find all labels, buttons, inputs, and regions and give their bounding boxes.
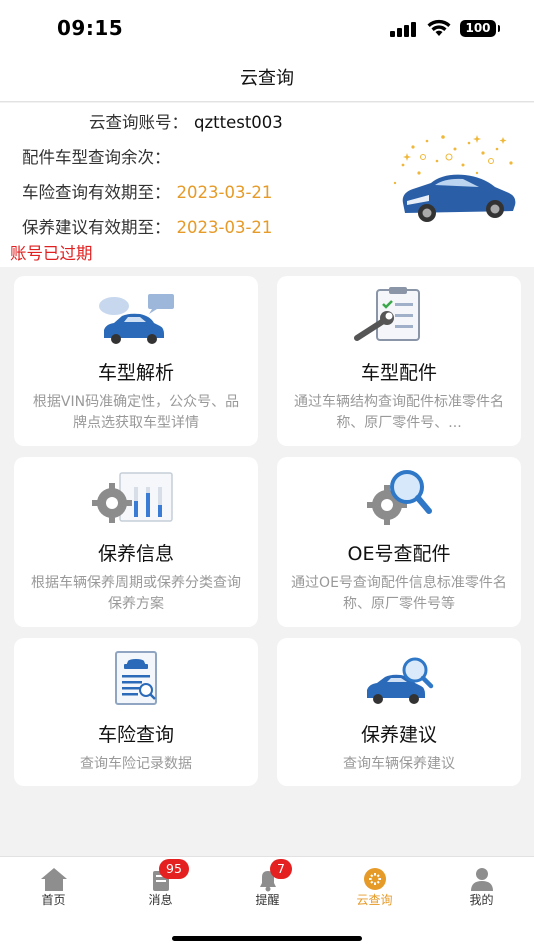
gear-chart-icon xyxy=(92,472,173,523)
messages-badge: 95 xyxy=(159,859,189,879)
reminders-badge: 7 xyxy=(270,859,292,879)
car-magnifier-icon xyxy=(367,657,434,704)
navigation-bar: 云查询 xyxy=(0,56,534,102)
card-description: 根据车辆保养周期或保养分类查询保养方案 xyxy=(31,575,241,612)
card-maintenance-advice[interactable]: 保养建议 查询车辆保养建议 xyxy=(277,638,521,786)
car-chat-icon xyxy=(99,294,174,344)
card-title: 保养信息 xyxy=(97,543,174,565)
insurance-document-icon xyxy=(115,651,157,705)
card-title: 车型配件 xyxy=(360,362,437,384)
insurance-expiry-value: 2023-03-21 xyxy=(176,183,273,202)
remaining-queries-label: 配件车型查询余次： xyxy=(22,148,171,167)
tab-label: 首页 xyxy=(41,893,66,907)
account-label: 云查询账号： xyxy=(89,113,188,132)
status-time: 09:15 xyxy=(57,16,124,40)
tab-messages[interactable]: 95 消息 xyxy=(107,857,214,917)
insurance-expiry-label: 车险查询有效期至： xyxy=(22,183,171,202)
battery-indicator: 100 xyxy=(460,20,500,37)
home-icon xyxy=(41,868,67,891)
cellular-signal-icon xyxy=(390,21,418,37)
card-oe-number-parts[interactable]: OE号查配件 通过OE号查询配件信息标准零件名称、原厂零件号等 xyxy=(277,457,521,627)
expired-notice: 账号已过期 xyxy=(10,244,93,263)
maintenance-expiry-value: 2023-03-21 xyxy=(176,218,273,237)
tab-label: 我的 xyxy=(469,893,494,907)
card-title: OE号查配件 xyxy=(347,543,451,565)
page-title: 云查询 xyxy=(240,68,294,89)
sparkling-car-illustration xyxy=(393,135,516,222)
card-description: 查询车险记录数据 xyxy=(80,756,192,772)
wrench-checklist-icon xyxy=(354,287,420,341)
card-title: 保养建议 xyxy=(360,724,437,746)
card-description: 通过车辆结构查询配件标准零件名称、原厂零件号、... xyxy=(294,394,504,431)
account-value: qzttest003 xyxy=(194,113,283,132)
card-description: 通过OE号查询配件信息标准零件名称、原厂零件号等 xyxy=(291,575,507,612)
cloud-query-icon xyxy=(364,868,386,890)
tab-label: 提醒 xyxy=(255,893,280,907)
home-indicator xyxy=(172,936,362,941)
user-icon xyxy=(471,868,493,891)
tab-cloud-query[interactable]: 云查询 xyxy=(321,857,428,917)
card-title: 车险查询 xyxy=(97,724,174,746)
card-maintenance-info[interactable]: 保养信息 根据车辆保养周期或保养分类查询保养方案 xyxy=(14,457,258,627)
card-description: 根据VIN码准确定性，公众号、品牌点选获取车型详情 xyxy=(32,394,240,431)
tab-reminders[interactable]: 7 提醒 xyxy=(214,857,321,917)
insurance-expiry-row: 车险查询有效期至： 2023-03-21 xyxy=(22,179,272,203)
tab-label: 消息 xyxy=(148,893,173,907)
card-vehicle-model-analysis[interactable]: 车型解析 根据VIN码准确定性，公众号、品牌点选获取车型详情 xyxy=(14,276,258,446)
gear-magnifier-icon xyxy=(367,470,432,525)
card-description: 查询车辆保养建议 xyxy=(343,756,455,772)
tab-home[interactable]: 首页 xyxy=(0,857,107,917)
tab-profile[interactable]: 我的 xyxy=(428,857,534,917)
card-title: 车型解析 xyxy=(97,362,174,384)
remaining-queries-row: 配件车型查询余次： xyxy=(22,144,177,168)
account-info-panel: 云查询账号： qzttest003 配件车型查询余次： 车险查询有效期至： 2023… xyxy=(0,103,534,267)
status-bar: 09:15 100 xyxy=(0,0,534,56)
account-row: 云查询账号： qzttest003 xyxy=(0,109,283,133)
wifi-icon xyxy=(427,19,451,36)
maintenance-expiry-row: 保养建议有效期至： 2023-03-21 xyxy=(22,214,272,238)
tab-label: 云查询 xyxy=(356,893,393,907)
card-vehicle-parts[interactable]: 车型配件 通过车辆结构查询配件标准零件名称、原厂零件号、... xyxy=(277,276,521,446)
card-insurance-query[interactable]: 车险查询 查询车险记录数据 xyxy=(14,638,258,786)
maintenance-expiry-label: 保养建议有效期至： xyxy=(22,218,171,237)
